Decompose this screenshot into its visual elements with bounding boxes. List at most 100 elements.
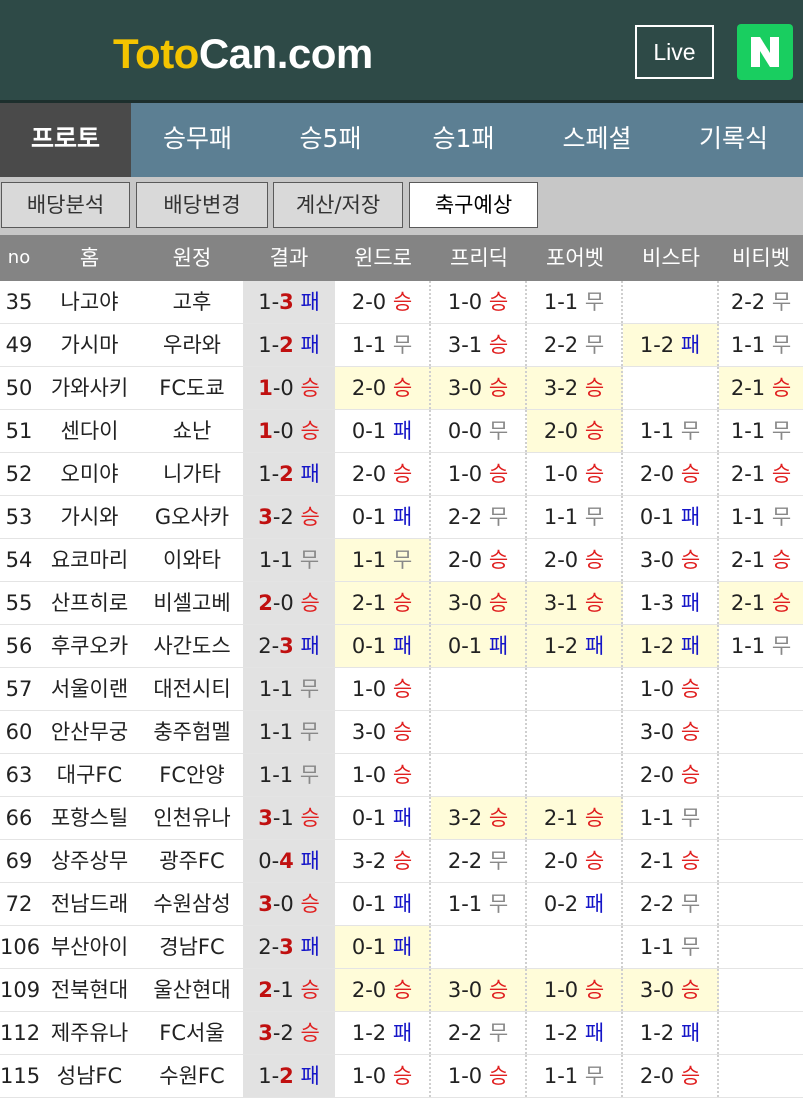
result-home-score: 0 [258,849,272,873]
col-windrawwin-prediction: 0-1 패 [335,883,431,925]
result-outcome: 패 [300,333,320,357]
predicted-score: 2-0 [543,548,579,572]
predicted-score: 2-2 [543,333,579,357]
col-forebet-prediction: 1-1 무 [527,281,623,323]
match-number: 115 [0,1064,41,1088]
tab-win5-lose[interactable]: 승5패 [264,103,397,177]
result-home-score: 2 [258,591,273,615]
predicted-outcome: 승 [392,763,413,787]
predicted-score: 2-0 [543,419,579,443]
predicted-score: 3-0 [447,978,483,1002]
predicted-outcome: 패 [392,935,413,959]
result-outcome: 승 [300,591,320,615]
predicted-outcome: 무 [392,333,413,357]
predicted-outcome: 승 [392,591,413,615]
match-result: 1-0 승 [243,367,335,409]
predicted-outcome: 승 [488,806,509,830]
col-result-header: 결과 [269,246,309,270]
col-betibet-prediction [719,969,803,1011]
result-away-score: 2 [280,1021,294,1045]
table-row: 60 안산무궁 충주험멜 1-1 무 3-0 승 3-0 승 [0,711,803,754]
predicted-outcome: 승 [680,763,701,787]
predicted-score: 1-2 [351,1021,387,1045]
predicted-score: 2-0 [351,978,387,1002]
score-separator: - [272,548,280,572]
home-team: 나고야 [60,290,119,314]
predicted-score: 2-2 [447,505,483,529]
col-predictz-prediction: 1-0 승 [431,453,527,495]
predicted-score: 1-0 [543,978,579,1002]
predicted-outcome: 승 [771,548,792,572]
away-team: FC도쿄 [159,376,225,400]
predicted-score: 2-0 [447,548,483,572]
naver-n-icon[interactable] [737,24,793,80]
result-home-score: 3 [258,505,273,529]
predicted-outcome: 패 [392,1021,413,1045]
col-predictz-prediction: 0-1 패 [431,625,527,667]
predicted-outcome: 승 [392,677,413,701]
predicted-outcome: 패 [392,505,413,529]
match-result: 1-1 무 [243,539,335,581]
predicted-score: 2-0 [639,462,675,486]
subtab-calc-save[interactable]: 계산/저장 [273,182,403,228]
col-betibet-prediction [719,926,803,968]
predicted-outcome: 패 [680,634,701,658]
col-predictz-prediction: 3-0 승 [431,367,527,409]
col-forebet-prediction: 1-0 승 [527,969,623,1011]
home-team: 상주상무 [50,849,129,873]
predicted-score: 2-0 [639,763,675,787]
predicted-outcome: 무 [680,419,701,443]
result-home-score: 1 [258,333,272,357]
subtab-odds-analysis[interactable]: 배당분석 [1,182,130,228]
result-away-score: 2 [279,462,294,486]
tab-win1-lose[interactable]: 승1패 [397,103,530,177]
site-logo[interactable]: TotoCan.com [113,30,373,78]
col-betibet-prediction: 2-1 승 [719,539,803,581]
tab-special[interactable]: 스페셜 [530,103,664,177]
site-header: TotoCan.com Live [0,0,803,103]
predicted-score: 2-0 [639,1064,675,1088]
predicted-score: 3-2 [351,849,387,873]
predicted-outcome: 패 [392,419,413,443]
result-away-score: 1 [279,548,294,572]
result-home-score: 1 [258,462,272,486]
predicted-score: 1-1 [351,548,387,572]
subtab-soccer-prediction[interactable]: 축구예상 [409,182,538,228]
table-row: 49 가시마 우라와 1-2 패 1-1 무 3-1 승 2-2 무 1-2 패 1-1 무 [0,324,803,367]
predicted-outcome: 승 [488,290,509,314]
predicted-outcome: 승 [680,849,701,873]
tab-win-draw-lose[interactable]: 승무패 [131,103,264,177]
predicted-outcome: 무 [584,290,605,314]
predicted-outcome: 승 [488,376,509,400]
match-result: 1-2 패 [243,324,335,366]
match-result: 2-3 패 [243,625,335,667]
tab-record[interactable]: 기록식 [664,103,803,177]
col-vitibet-vista-prediction: 1-3 패 [623,582,719,624]
table-row: 112 제주유나 FC서울 3-2 승 1-2 패 2-2 무 1-2 패 1-2 패 [0,1012,803,1055]
predicted-outcome: 패 [680,591,701,615]
match-result: 1-0 승 [243,410,335,452]
match-result: 2-1 승 [243,969,335,1011]
home-team: 제주유나 [50,1021,129,1045]
col-away-header: 원정 [172,246,212,270]
live-button[interactable]: Live [635,25,714,79]
col-betibet-prediction: 1-1 무 [719,625,803,667]
col-forebet-prediction: 2-1 승 [527,797,623,839]
col-windrawwin-prediction: 2-1 승 [335,582,431,624]
home-team: 요코마리 [50,548,129,572]
col-predictz-prediction: 1-1 무 [431,883,527,925]
away-team: 수원삼성 [153,892,231,916]
predicted-score: 1-2 [639,634,675,658]
tab-proto[interactable]: 프로토 [0,103,131,177]
score-separator: - [272,677,280,701]
col-betibet-prediction: 1-1 무 [719,496,803,538]
col-windrawwin-prediction: 1-1 무 [335,324,431,366]
predicted-score: 0-1 [351,505,387,529]
table-row: 50 가와사키 FC도쿄 1-0 승 2-0 승 3-0 승 3-2 승 2-1 승 [0,367,803,410]
result-outcome: 승 [300,376,320,400]
predicted-outcome: 패 [392,634,413,658]
predicted-score: 1-1 [543,290,579,314]
col-vitibet-vista-header: 비스타 [642,246,700,270]
col-windrawwin-prediction: 2-0 승 [335,367,431,409]
subtab-odds-change[interactable]: 배당변경 [136,182,268,228]
